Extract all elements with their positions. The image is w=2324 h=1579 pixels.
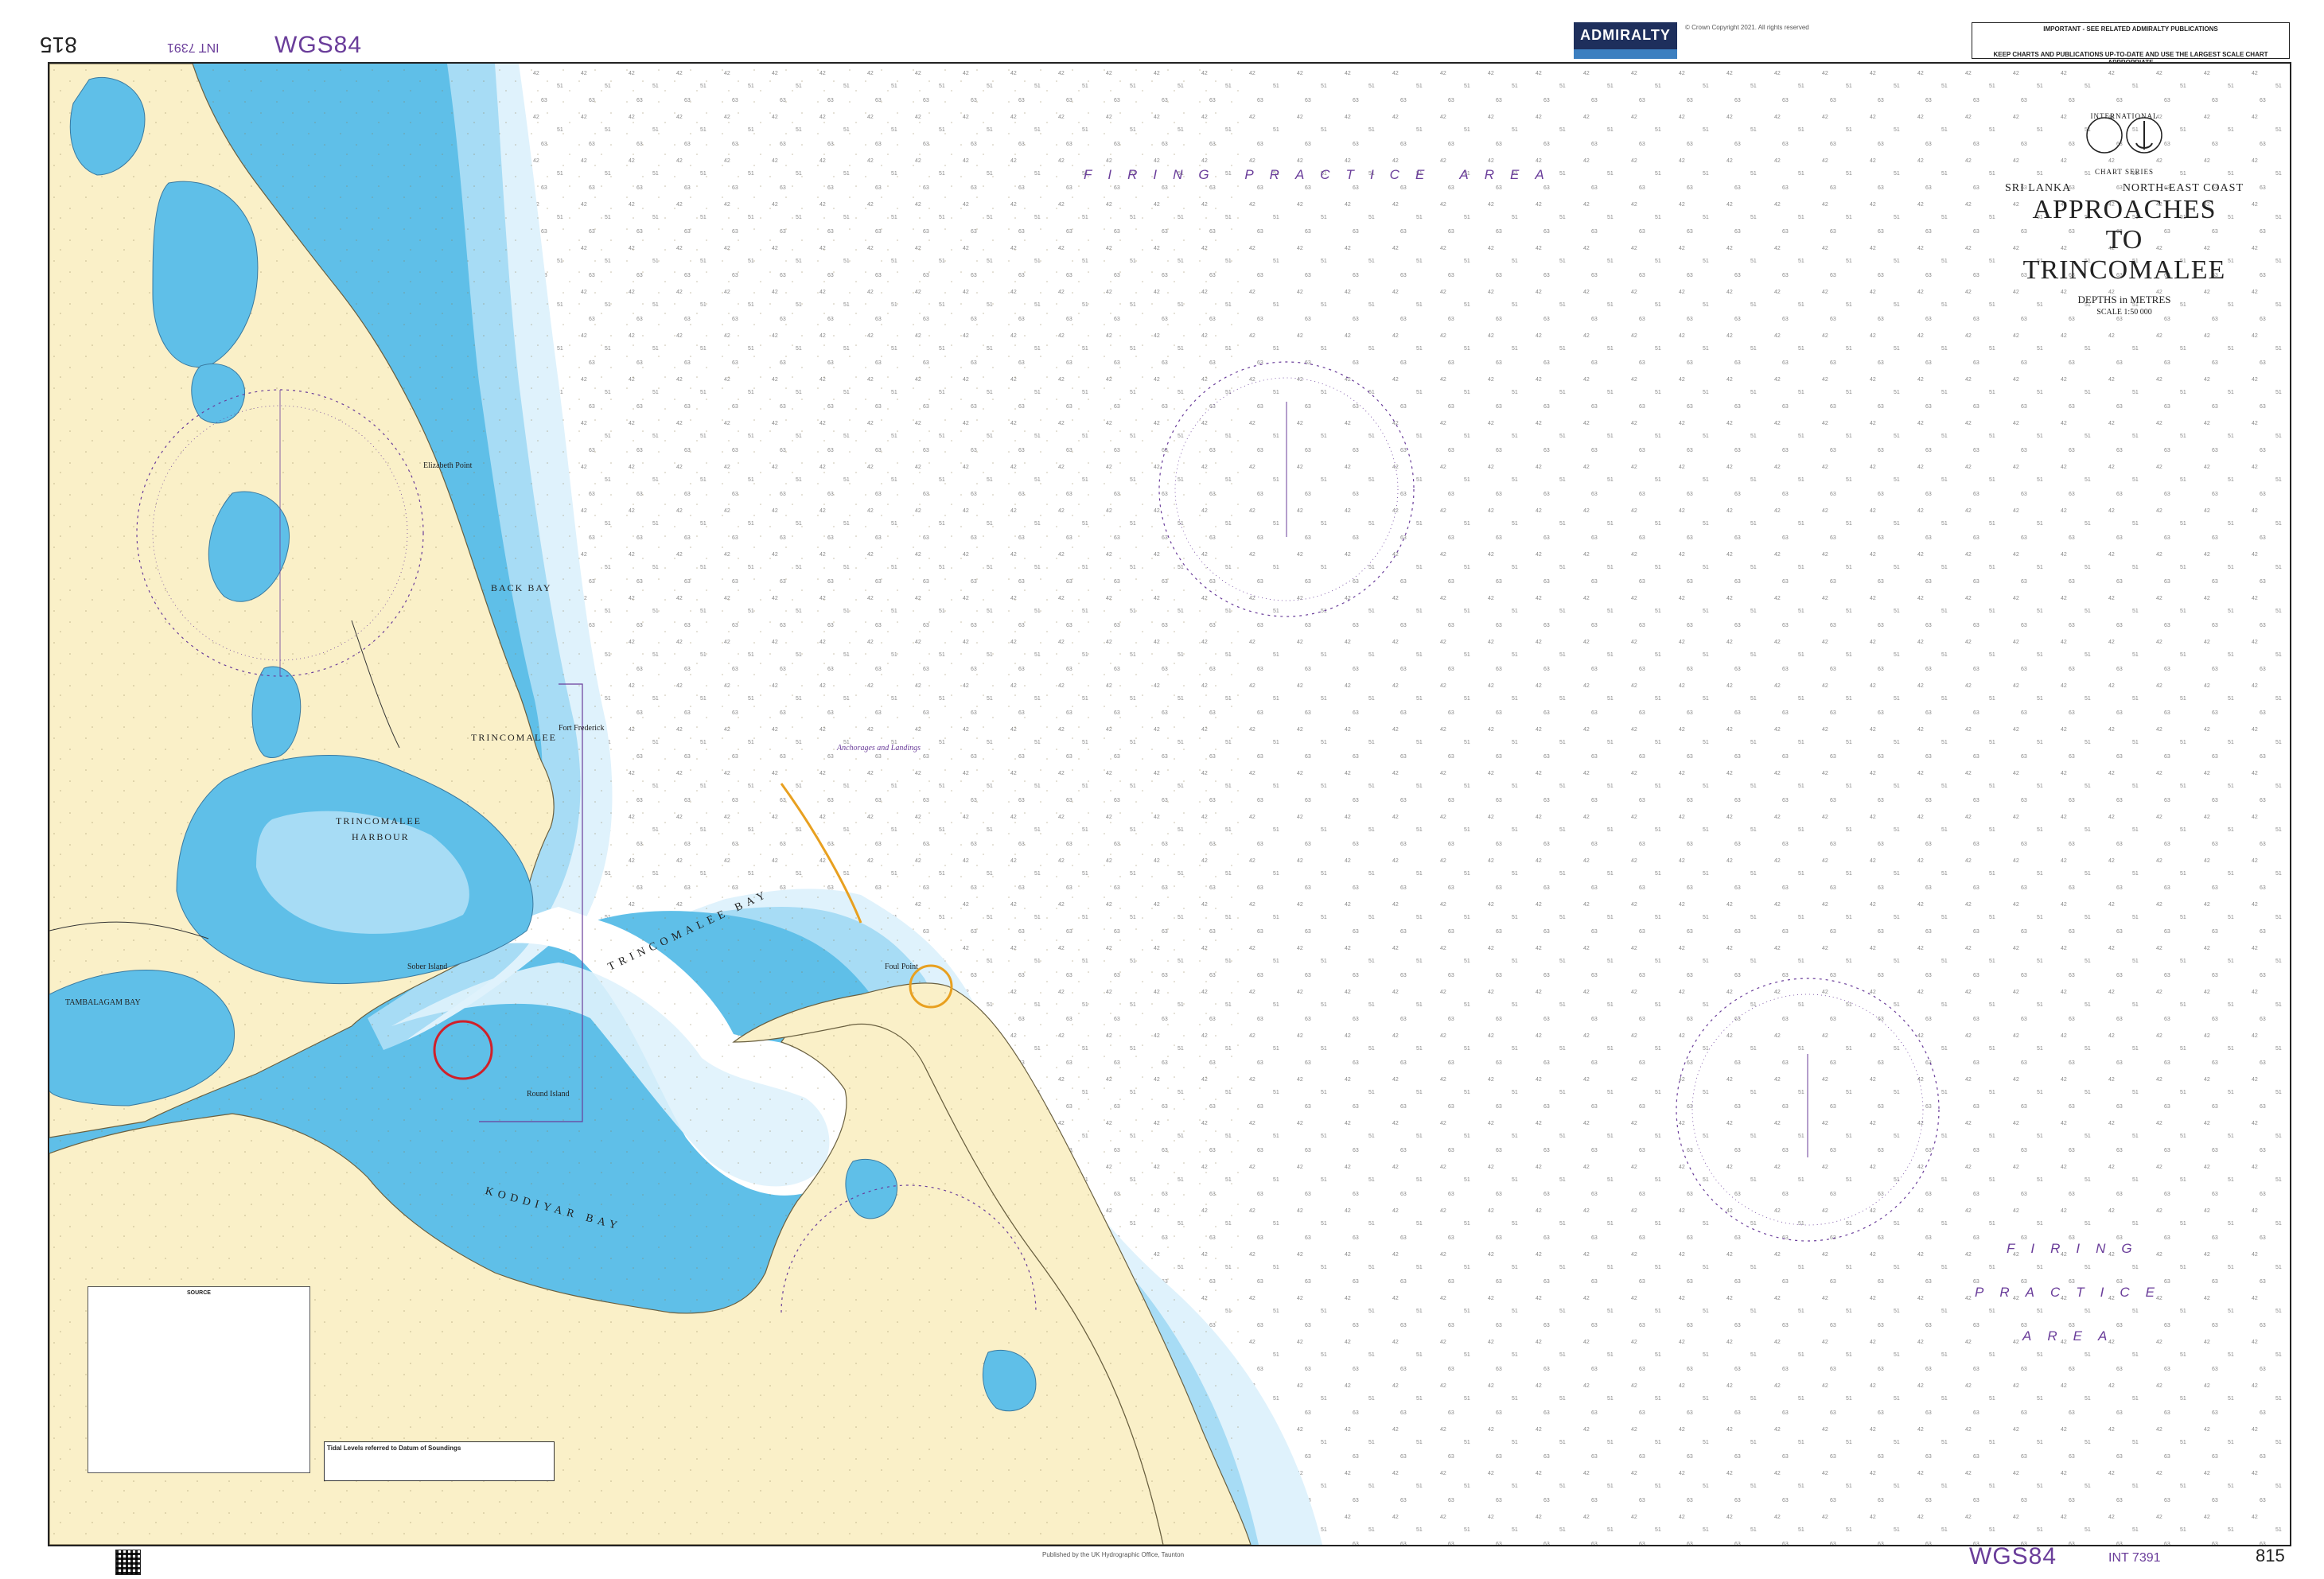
region-line: SRI LANKA NORTH-EAST COAST xyxy=(2005,182,2244,195)
firing-practice-area-label-right-3: AREA xyxy=(2022,1328,2124,1344)
lake-small xyxy=(191,363,245,424)
sober-island-label: Sober Island xyxy=(407,963,448,971)
important-notice-box: IMPORTANT - SEE RELATED ADMIRALTY PUBLIC… xyxy=(1972,22,2290,66)
title-block: INTERNATIONAL CHART SERIES SRI LANKA NOR… xyxy=(2005,111,2244,317)
admiralty-logo-stripe xyxy=(1574,49,1677,59)
qr-code xyxy=(115,1550,141,1575)
source-title: SOURCE xyxy=(187,1290,211,1296)
back-bay-label: BACK BAY xyxy=(491,582,552,593)
trincomalee-town-label: TRINCOMALEE xyxy=(471,732,557,743)
region-right: NORTH-EAST COAST xyxy=(2122,182,2244,194)
anchorage-label: Anchorages and Landings xyxy=(837,744,921,753)
depths-label: DEPTHS in METRES xyxy=(2077,294,2171,305)
trincomalee-harbour-label-2: HARBOUR xyxy=(352,831,410,842)
elizabeth-point-label: Elizabeth Point xyxy=(423,461,473,470)
chart-frame: 42 51 63 xyxy=(48,62,2291,1546)
datum-label-bottom: WGS84 xyxy=(1969,1543,2057,1569)
title-line-3: TRINCOMALEE xyxy=(2022,255,2226,285)
datum-label-top: WGS84 xyxy=(274,32,363,58)
tidal-levels-table: Tidal Levels referred to Datum of Soundi… xyxy=(324,1441,555,1481)
admiralty-logo-text: ADMIRALTY xyxy=(1580,27,1671,43)
series-label: INTERNATIONAL xyxy=(2090,112,2159,120)
title-line-1: APPROACHES xyxy=(2032,195,2217,224)
publisher-line: Published by the UK Hydrographic Office,… xyxy=(1042,1551,1185,1558)
round-island-label: Round Island xyxy=(527,1090,570,1099)
admiralty-logo: ADMIRALTY xyxy=(1574,22,1677,59)
notice-heading: IMPORTANT - SEE RELATED ADMIRALTY PUBLIC… xyxy=(2043,25,2218,33)
fort-frederick-label: Fort Frederick xyxy=(559,724,605,733)
tambalagam-bay-label: TAMBALAGAM BAY xyxy=(65,998,141,1007)
copyright-notice: © Crown Copyright 2021. All rights reser… xyxy=(1685,24,1809,31)
tidal-levels-title: Tidal Levels referred to Datum of Soundi… xyxy=(327,1445,461,1452)
firing-practice-area-label-right-1: FIRING xyxy=(2007,1241,2148,1256)
nautical-chart-map: 42 51 63 xyxy=(49,64,2290,1545)
title-line-2: TO xyxy=(2105,225,2143,255)
int-number-top: INT 7391 xyxy=(167,41,220,54)
source-diagram-box: SOURCE xyxy=(88,1286,310,1473)
scale-label: SCALE 1:50 000 xyxy=(2096,308,2152,317)
chart-number-bottom-right: 815 xyxy=(2256,1546,2285,1565)
series-sub-label: CHART SERIES xyxy=(2094,168,2155,176)
int-number-bottom: INT 7391 xyxy=(2108,1551,2161,1565)
firing-practice-area-label-right-2: PRACTICE xyxy=(1975,1285,2170,1300)
trincomalee-harbour-label-1: TRINCOMALEE xyxy=(336,815,422,826)
top-border-strip: 815 INT 7391 WGS84 xyxy=(40,32,2291,59)
chart-number-top-left: 815 xyxy=(40,33,77,57)
region-left: SRI LANKA xyxy=(2005,182,2072,194)
firing-practice-area-label-top: FIRING PRACTICE AREA xyxy=(1084,167,1560,182)
foul-point-label: Foul Point xyxy=(885,963,918,971)
